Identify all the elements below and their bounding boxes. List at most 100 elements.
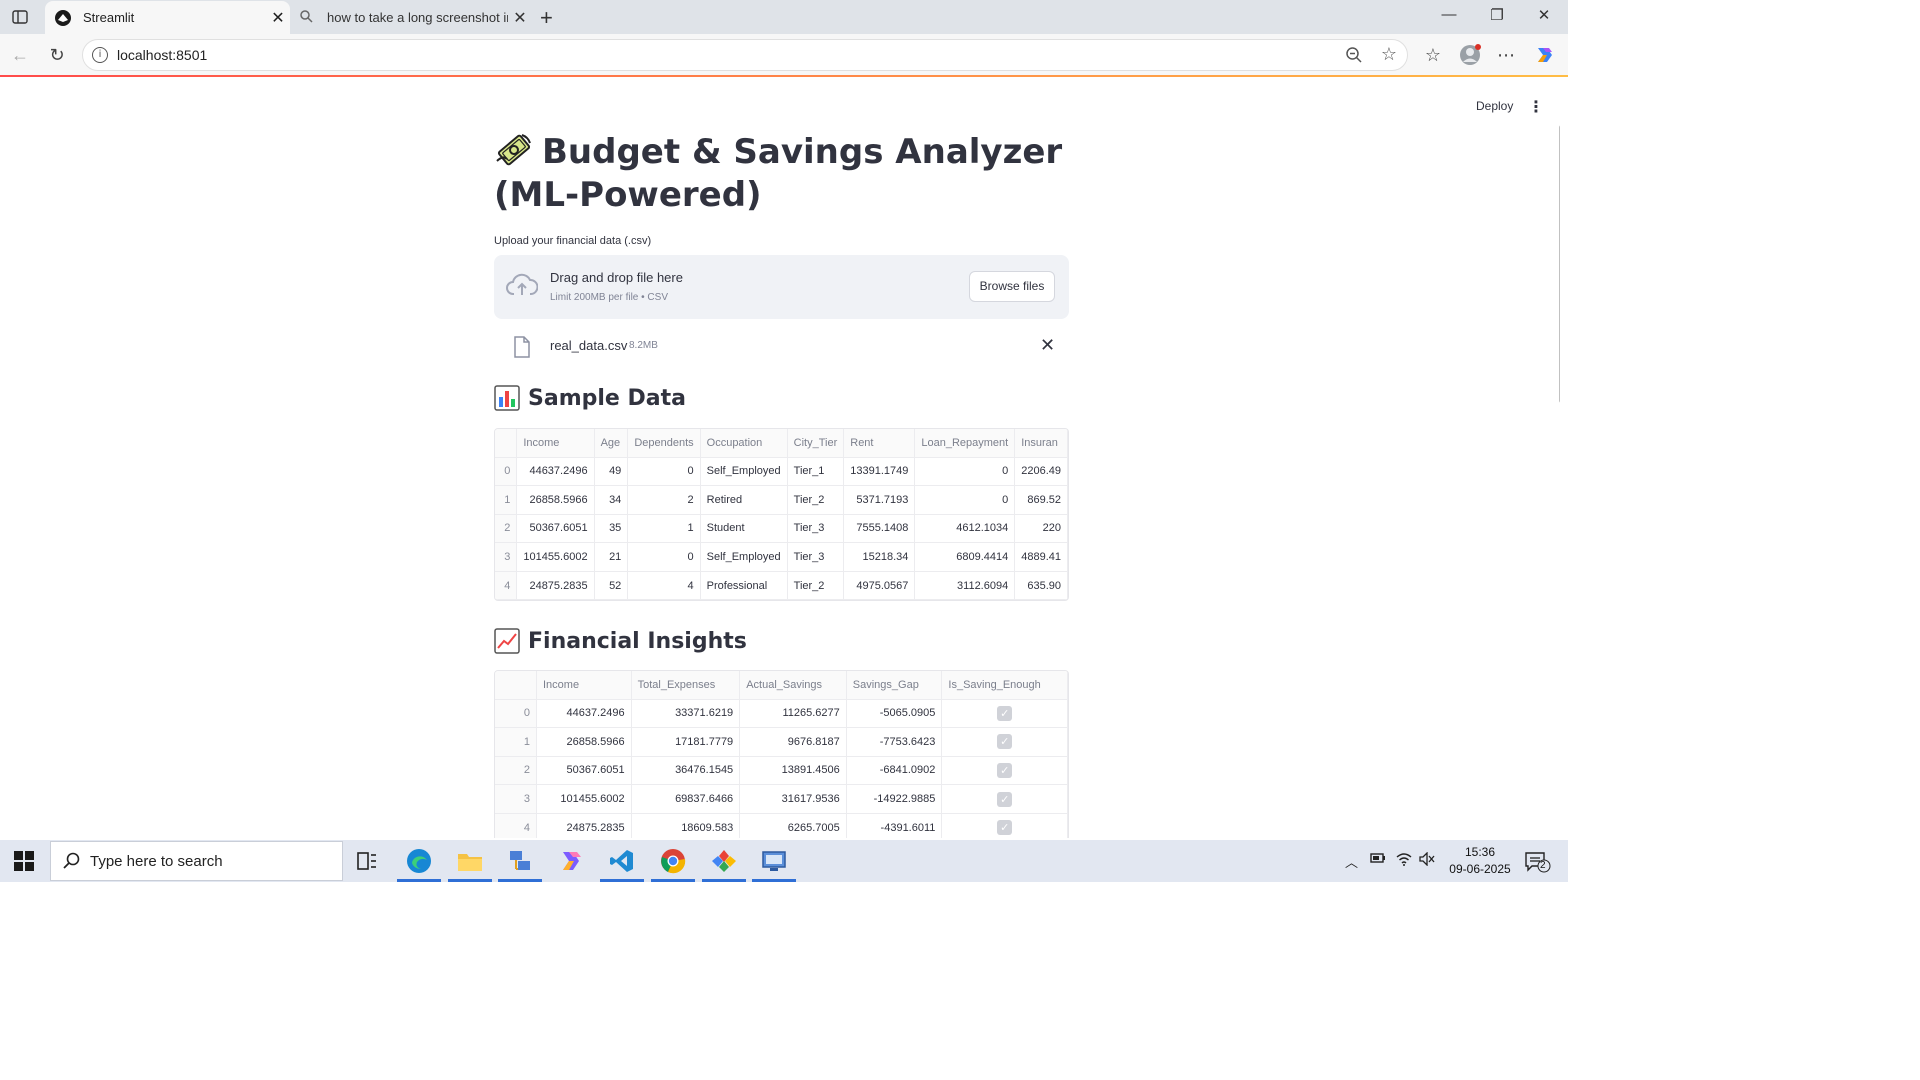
checkbox-checked-icon[interactable]: ✓: [997, 734, 1013, 750]
column-header[interactable]: Insuran: [1014, 429, 1068, 458]
column-header[interactable]: Total_Expenses: [631, 671, 741, 700]
table-cell[interactable]: 18609.583: [631, 813, 741, 838]
edge-browser-icon[interactable]: [403, 846, 435, 876]
notification-center-icon[interactable]: 2: [1525, 851, 1551, 878]
table-cell[interactable]: 44637.2496: [536, 699, 632, 729]
more-options-icon[interactable]: ⋯: [1494, 43, 1518, 67]
table-cell[interactable]: ✓: [941, 699, 1068, 729]
table-cell[interactable]: -4391.6011: [846, 813, 943, 838]
table-cell[interactable]: -5065.0905: [846, 699, 943, 729]
table-cell[interactable]: 220: [1014, 514, 1068, 544]
table-cell[interactable]: 1: [627, 514, 701, 544]
windows-start-icon[interactable]: [14, 851, 34, 871]
table-cell[interactable]: 13391.1749: [843, 457, 916, 487]
table-cell[interactable]: 36476.1545: [631, 756, 741, 786]
table-cell[interactable]: 635.90: [1014, 571, 1068, 600]
copilot-icon[interactable]: [1533, 43, 1557, 67]
column-header[interactable]: Loan_Repayment: [914, 429, 1016, 458]
table-cell[interactable]: 2206.49: [1014, 457, 1068, 487]
battery-icon[interactable]: [1370, 852, 1386, 867]
main-menu-icon[interactable]: ⋮: [1528, 97, 1544, 117]
table-cell[interactable]: Self_Employed: [700, 457, 788, 487]
table-cell[interactable]: Tier_3: [787, 542, 845, 572]
table-cell[interactable]: ✓: [941, 784, 1068, 814]
checkbox-checked-icon[interactable]: ✓: [997, 705, 1013, 721]
column-header[interactable]: City_Tier: [787, 429, 845, 458]
table-cell[interactable]: 50367.6051: [536, 756, 632, 786]
column-header[interactable]: Actual_Savings: [739, 671, 847, 700]
new-tab-icon[interactable]: +: [540, 5, 553, 31]
table-cell[interactable]: 6809.4414: [914, 542, 1016, 572]
file-explorer-icon[interactable]: [454, 846, 486, 876]
column-header[interactable]: Dependents: [627, 429, 701, 458]
chrome-icon[interactable]: [657, 846, 689, 876]
tab-search[interactable]: how to take a long screenshot in ✕: [292, 1, 532, 34]
table-cell[interactable]: 11265.6277: [739, 699, 847, 729]
column-header[interactable]: Savings_Gap: [846, 671, 943, 700]
table-cell[interactable]: 26858.5966: [516, 485, 595, 515]
table-cell[interactable]: Student: [700, 514, 788, 544]
table-cell[interactable]: 13891.4506: [739, 756, 847, 786]
window-close-icon[interactable]: ✕: [1521, 6, 1567, 24]
column-header[interactable]: Is_Saving_Enough: [941, 671, 1068, 700]
volume-muted-icon[interactable]: [1419, 851, 1435, 869]
table-cell[interactable]: 4612.1034: [914, 514, 1016, 544]
table-cell[interactable]: 869.52: [1014, 485, 1068, 515]
tab-actions-icon[interactable]: [8, 6, 32, 28]
table-cell[interactable]: Tier_1: [787, 457, 845, 487]
table-cell[interactable]: 24875.2835: [516, 571, 595, 600]
table-cell[interactable]: 21: [594, 542, 629, 572]
favorites-icon[interactable]: ☆: [1421, 43, 1445, 67]
column-header[interactable]: Occupation: [700, 429, 788, 458]
reload-icon[interactable]: ↻: [45, 43, 69, 67]
show-hidden-icons-icon[interactable]: ︿: [1345, 852, 1358, 871]
table-cell[interactable]: 49: [594, 457, 629, 487]
file-dropzone[interactable]: Drag and drop file here Limit 200MB per …: [494, 255, 1069, 319]
vscode-icon[interactable]: [606, 846, 638, 876]
table-cell[interactable]: 15218.34: [843, 542, 916, 572]
table-cell[interactable]: 24875.2835: [536, 813, 632, 838]
tab-close-icon[interactable]: ✕: [508, 8, 532, 28]
table-cell[interactable]: 4975.0567: [843, 571, 916, 600]
checkbox-checked-icon[interactable]: ✓: [997, 791, 1013, 807]
profile-avatar-icon[interactable]: [1458, 43, 1482, 67]
table-cell[interactable]: 26858.5966: [536, 727, 632, 757]
table-cell[interactable]: 101455.6002: [516, 542, 595, 572]
column-header[interactable]: Age: [594, 429, 629, 458]
wifi-icon[interactable]: [1396, 852, 1412, 869]
column-header[interactable]: Income: [536, 671, 632, 700]
table-cell[interactable]: 52: [594, 571, 629, 600]
remove-file-icon[interactable]: ✕: [1040, 335, 1055, 356]
taskbar-search-box[interactable]: Type here to search: [50, 841, 343, 881]
tab-streamlit[interactable]: Streamlit ✕: [45, 1, 290, 34]
table-cell[interactable]: 4889.41: [1014, 542, 1068, 572]
table-cell[interactable]: 9676.8187: [739, 727, 847, 757]
table-cell[interactable]: 0: [627, 542, 701, 572]
table-cell[interactable]: Professional: [700, 571, 788, 600]
copilot-app-icon[interactable]: [555, 846, 587, 876]
table-cell[interactable]: 6265.7005: [739, 813, 847, 838]
tab-close-icon[interactable]: ✕: [266, 8, 290, 28]
table-cell[interactable]: ✓: [941, 727, 1068, 757]
back-icon[interactable]: ←: [8, 43, 32, 67]
checkbox-checked-icon[interactable]: ✓: [997, 820, 1013, 836]
table-cell[interactable]: 3112.6094: [914, 571, 1016, 600]
table-cell[interactable]: Retired: [700, 485, 788, 515]
table-cell[interactable]: 33371.6219: [631, 699, 741, 729]
table-cell[interactable]: ✓: [941, 813, 1068, 838]
network-app-icon[interactable]: [504, 846, 536, 876]
table-cell[interactable]: 5371.7193: [843, 485, 916, 515]
table-cell[interactable]: 35: [594, 514, 629, 544]
column-header[interactable]: Income: [516, 429, 595, 458]
table-cell[interactable]: Tier_2: [787, 485, 845, 515]
table-cell[interactable]: -6841.0902: [846, 756, 943, 786]
table-cell[interactable]: 0: [914, 457, 1016, 487]
table-cell[interactable]: 34: [594, 485, 629, 515]
column-header[interactable]: Rent: [843, 429, 916, 458]
deploy-button[interactable]: Deploy: [1476, 99, 1513, 113]
table-cell[interactable]: 31617.9536: [739, 784, 847, 814]
sample-data-table[interactable]: Income Age Dependents Occupation City_Ti…: [494, 428, 1069, 601]
table-cell[interactable]: 2: [627, 485, 701, 515]
table-cell[interactable]: 4: [627, 571, 701, 600]
minimize-icon[interactable]: —: [1426, 6, 1472, 23]
